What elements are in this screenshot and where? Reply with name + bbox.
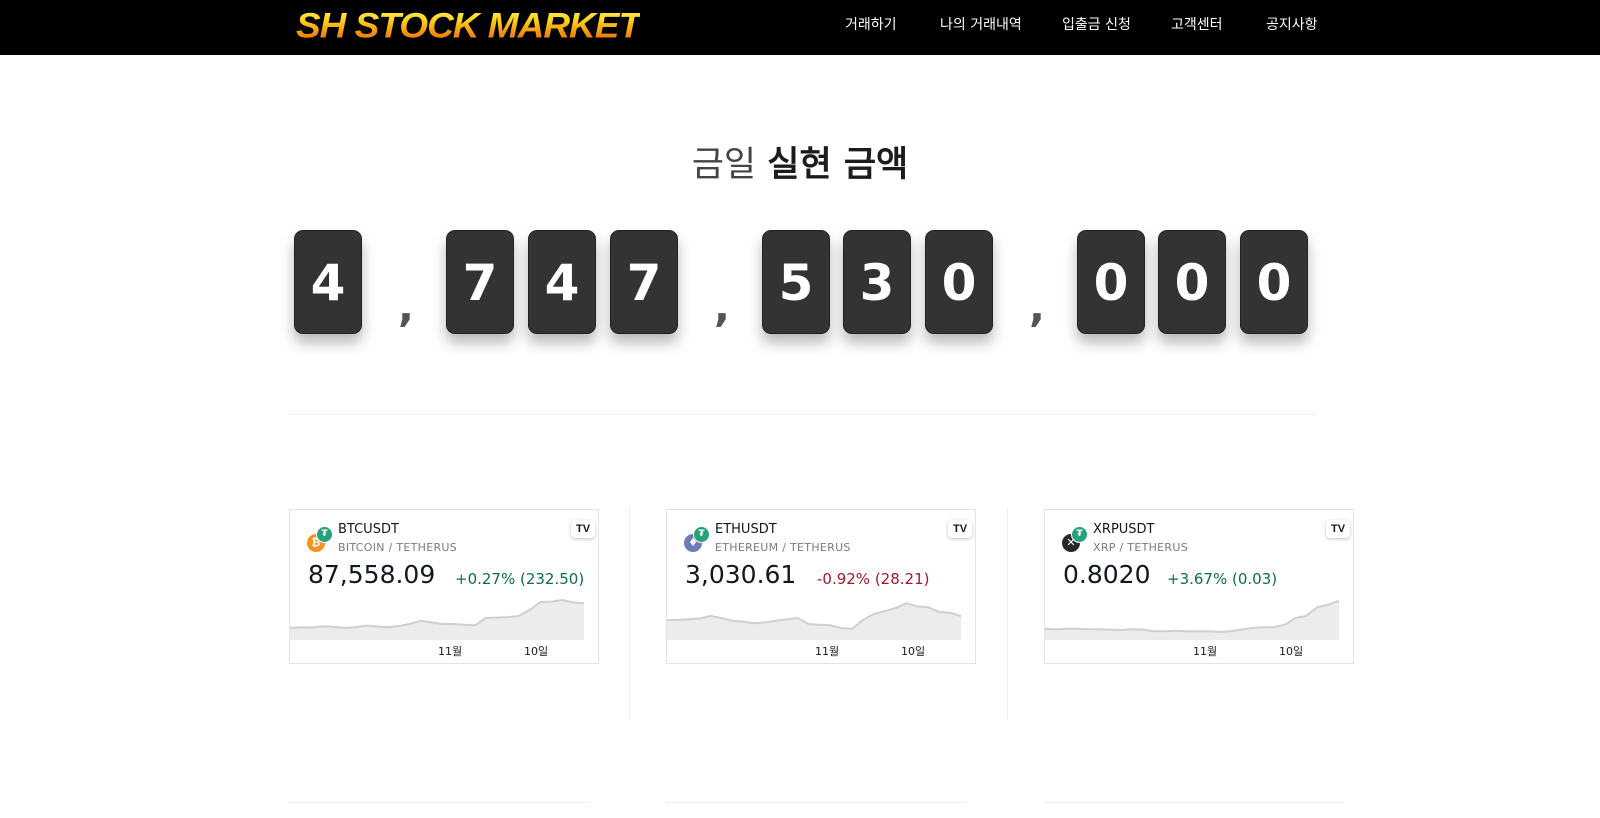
ticker-change: +0.27% (232.50) <box>455 570 585 588</box>
title-light: 금일 <box>691 145 757 185</box>
section-line <box>666 802 966 803</box>
sparkline-area <box>667 603 961 640</box>
counter-digit: 0 <box>1240 230 1308 334</box>
sparkline-area <box>290 600 584 640</box>
counter-digit: 3 <box>843 230 911 334</box>
tether-icon: ₮ <box>693 526 710 543</box>
counter-digit: 0 <box>925 230 993 334</box>
counter-digit: 4 <box>528 230 596 334</box>
counter-comma: , <box>714 282 730 331</box>
tradingview-icon[interactable]: TV <box>571 520 595 538</box>
ticker-price: 87,558.09 <box>308 560 436 589</box>
counter-comma: , <box>1029 282 1045 331</box>
ticker-card-btc[interactable]: ₿ ₮ BTCUSDT BITCOIN / TETHERUS TV 87,558… <box>289 509 599 664</box>
section-line <box>1044 802 1344 803</box>
axis-label-day: 10일 <box>901 645 926 658</box>
counter-comma: , <box>398 282 414 331</box>
ticker-change: +3.67% (0.03) <box>1167 570 1278 588</box>
ticker-card-xrp[interactable]: ✕ ₮ XRPUSDT XRP / TETHERUS TV 0.8020 +3.… <box>1044 509 1354 664</box>
ticker-change: -0.92% (28.21) <box>817 570 930 588</box>
nav-my-history[interactable]: 나의 거래내역 <box>940 14 1022 34</box>
ticker-card-eth[interactable]: ♦ ₮ ETHUSDT ETHEREUM / TETHERUS TV 3,030… <box>666 509 976 664</box>
tradingview-icon[interactable]: TV <box>948 520 972 538</box>
counter-digit: 5 <box>762 230 830 334</box>
axis-label-day: 10일 <box>524 645 549 658</box>
ticker-price: 0.8020 <box>1063 560 1151 589</box>
counter-digit: 7 <box>610 230 678 334</box>
sparkline-chart <box>667 602 961 640</box>
ticker-symbol: BTCUSDT <box>338 522 399 537</box>
sparkline-chart <box>290 598 584 640</box>
counter-digit: 7 <box>446 230 514 334</box>
tether-icon: ₮ <box>316 526 333 543</box>
counter-digit: 0 <box>1158 230 1226 334</box>
top-header: SH STOCK MARKET 거래하기 나의 거래내역 입출금 신청 고객센터… <box>0 0 1600 55</box>
title-bold: 실현 금액 <box>767 145 909 185</box>
ticker-symbol: XRPUSDT <box>1093 522 1155 537</box>
axis-label-day: 10일 <box>1279 645 1304 658</box>
axis-label-month: 11월 <box>815 645 840 658</box>
counter-digit: 4 <box>294 230 362 334</box>
axis-label-month: 11월 <box>438 645 463 658</box>
column-separator <box>629 507 630 720</box>
ticker-pair: BITCOIN / TETHERUS <box>338 541 458 554</box>
section-line <box>289 802 589 803</box>
sparkline-area <box>1045 600 1339 640</box>
ticker-symbol: ETHUSDT <box>715 522 777 537</box>
ticker-pair: ETHEREUM / TETHERUS <box>715 541 851 554</box>
tether-icon: ₮ <box>1071 526 1088 543</box>
tradingview-icon[interactable]: TV <box>1326 520 1350 538</box>
ticker-price: 3,030.61 <box>685 560 797 589</box>
nav-deposit-withdraw[interactable]: 입출금 신청 <box>1062 14 1131 34</box>
sparkline-chart <box>1045 599 1339 640</box>
nav-notice[interactable]: 공지사항 <box>1266 14 1318 34</box>
section-divider <box>288 414 1316 415</box>
nav-customer-center[interactable]: 고객센터 <box>1171 14 1223 34</box>
page-title: 금일 실현 금액 <box>0 136 1600 187</box>
counter-digit: 0 <box>1077 230 1145 334</box>
ticker-pair: XRP / TETHERUS <box>1093 541 1188 554</box>
column-separator <box>1007 507 1008 720</box>
axis-label-month: 11월 <box>1193 645 1218 658</box>
nav-trade[interactable]: 거래하기 <box>845 14 897 34</box>
site-logo[interactable]: SH STOCK MARKET <box>296 7 641 45</box>
